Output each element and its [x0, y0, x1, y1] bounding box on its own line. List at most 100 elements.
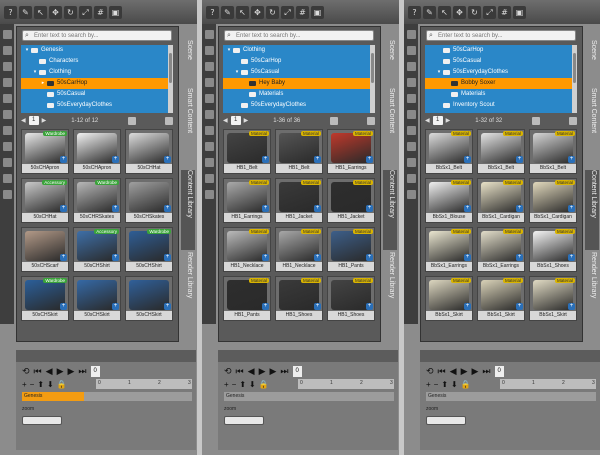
icon-view-icon[interactable] — [165, 116, 173, 125]
page-number-field[interactable]: 1 — [28, 116, 39, 125]
question-icon[interactable]: ? — [408, 5, 421, 19]
scroll-thumb[interactable] — [573, 53, 576, 83]
add-icon[interactable]: + — [516, 254, 523, 261]
save-icon[interactable] — [406, 94, 416, 103]
first-frame-icon[interactable]: ⏮ — [34, 366, 42, 377]
loop-icon[interactable]: ⟲ — [22, 366, 30, 377]
add-icon[interactable]: + — [112, 205, 119, 212]
move-icon[interactable]: ✥ — [453, 5, 466, 19]
asset-tile[interactable]: Wardrobe +50sCHShirt — [125, 227, 173, 272]
tree-node-selected[interactable]: Bobby Soxer — [425, 78, 577, 89]
move-icon[interactable]: ✥ — [49, 5, 62, 19]
tree-node[interactable]: ▾ 50sCasual — [223, 67, 375, 78]
add-icon[interactable]: + — [112, 254, 119, 261]
asset-tile[interactable]: Material + BbSx1_Shoes — [529, 227, 577, 272]
rotate-icon[interactable]: ↻ — [64, 5, 77, 19]
move-up-icon[interactable]: ⬆ — [441, 380, 448, 389]
figure-icon[interactable] — [204, 174, 214, 183]
asset-tile[interactable]: Material + HB1_Belt — [275, 129, 323, 174]
add-icon[interactable]: + — [164, 156, 171, 163]
add-icon[interactable]: + — [314, 303, 321, 310]
prev-page-icon[interactable]: ◀ — [21, 117, 26, 124]
frame-field[interactable]: 0 — [292, 366, 302, 377]
move-down-icon[interactable]: ⬇ — [451, 380, 458, 389]
lock-icon[interactable]: 🔒 — [461, 380, 471, 389]
add-icon[interactable]: + — [366, 156, 373, 163]
figure-icon[interactable] — [2, 174, 12, 183]
copy-icon[interactable] — [2, 110, 12, 119]
last-frame-icon[interactable]: ⏭ — [482, 366, 490, 377]
prev-page-icon[interactable]: ◀ — [425, 117, 430, 124]
tree-node[interactable]: 50sEverydayClothes — [21, 100, 173, 111]
camera-icon[interactable]: ▣ — [311, 5, 324, 19]
asset-tile[interactable]: Material + HB1_Shoes — [275, 276, 323, 321]
asset-tile[interactable]: +50sCHSkirt — [125, 276, 173, 321]
new-icon[interactable] — [2, 30, 12, 39]
add-icon[interactable]: + — [262, 303, 269, 310]
open-icon[interactable] — [204, 46, 214, 55]
add-icon[interactable]: + — [112, 303, 119, 310]
expand-down-icon[interactable]: ▾ — [435, 67, 443, 78]
add-icon[interactable]: + — [568, 254, 575, 261]
asset-tile[interactable]: Material + HB1_Pants — [223, 276, 271, 321]
cut-icon[interactable] — [2, 126, 12, 135]
list-view-icon[interactable] — [329, 116, 338, 125]
tree-node[interactable]: 50sCasual — [425, 56, 577, 67]
expand-right-icon[interactable]: ▸ — [39, 78, 47, 89]
move-down-icon[interactable]: ⬇ — [249, 380, 256, 389]
tab-smart-content[interactable]: Smart Content — [383, 88, 397, 168]
expand-down-icon[interactable]: ▾ — [31, 67, 39, 78]
asset-tile[interactable]: Material + HB1_Necklace — [223, 227, 271, 272]
page-number-field[interactable]: 1 — [432, 116, 443, 125]
asset-tile[interactable]: Material + BbSx1_Belt — [425, 129, 473, 174]
first-frame-icon[interactable]: ⏮ — [438, 366, 446, 377]
asset-tile[interactable]: Accessory +50sCHShirt — [73, 227, 121, 272]
search-input[interactable]: ⌕ Enter text to search by... — [224, 30, 374, 41]
tree-node[interactable]: Materials — [223, 89, 375, 100]
tree-node-selected[interactable]: ▸ 50sCarHop — [21, 78, 173, 89]
add-icon[interactable]: + — [262, 205, 269, 212]
add-key-icon[interactable]: + — [22, 380, 27, 389]
asset-tile[interactable]: Wardrobe +50sCHApron — [21, 129, 69, 174]
tool-icon[interactable]: ✎ — [423, 5, 436, 19]
question-icon[interactable]: ? — [206, 5, 219, 19]
frame-field[interactable]: 0 — [494, 366, 504, 377]
add-key-icon[interactable]: + — [224, 380, 229, 389]
first-frame-icon[interactable]: ⏮ — [236, 366, 244, 377]
tab-render-library[interactable]: Render Library — [181, 252, 195, 330]
rotate-icon[interactable]: ↻ — [468, 5, 481, 19]
figure-icon[interactable] — [204, 158, 214, 167]
next-page-icon[interactable]: ▶ — [42, 117, 47, 124]
move-up-icon[interactable]: ⬆ — [239, 380, 246, 389]
search-input[interactable]: ⌕ Enter text to search by... — [22, 30, 172, 41]
remove-key-icon[interactable]: − — [30, 380, 35, 389]
asset-tile[interactable]: +50sCHScarf — [21, 227, 69, 272]
save-icon[interactable] — [406, 78, 416, 87]
tab-content-library[interactable]: Content Library — [383, 170, 397, 250]
tab-scene[interactable]: Scene — [585, 40, 599, 84]
track-row[interactable]: Genesis — [224, 392, 394, 401]
add-icon[interactable]: + — [464, 303, 471, 310]
tree-scrollbar[interactable] — [370, 45, 375, 113]
open-icon[interactable] — [2, 46, 12, 55]
play-icon[interactable]: ▶ — [57, 366, 64, 377]
add-icon[interactable]: + — [60, 254, 67, 261]
track-row[interactable]: Genesis — [22, 392, 192, 401]
tree-node-selected[interactable]: Hey Baby — [223, 78, 375, 89]
save-icon[interactable] — [2, 78, 12, 87]
add-icon[interactable]: + — [112, 156, 119, 163]
add-icon[interactable]: + — [464, 156, 471, 163]
new-icon[interactable] — [406, 30, 416, 39]
add-icon[interactable]: + — [366, 205, 373, 212]
question-icon[interactable]: ? — [4, 5, 17, 19]
lock-icon[interactable]: 🔒 — [57, 380, 67, 389]
cursor-icon[interactable]: ↖ — [438, 5, 451, 19]
frame-field[interactable]: 0 — [90, 366, 100, 377]
asset-tile[interactable]: Material + HB1_Belt — [223, 129, 271, 174]
tab-smart-content[interactable]: Smart Content — [585, 88, 599, 168]
prev-frame-icon[interactable]: ◀ — [46, 366, 53, 377]
tree-node[interactable]: 50sCarHop — [223, 56, 375, 67]
grid-icon[interactable]: # — [94, 5, 107, 19]
tree-node[interactable]: 50sCarHop — [425, 45, 577, 56]
tab-content-library[interactable]: Content Library — [181, 170, 195, 250]
